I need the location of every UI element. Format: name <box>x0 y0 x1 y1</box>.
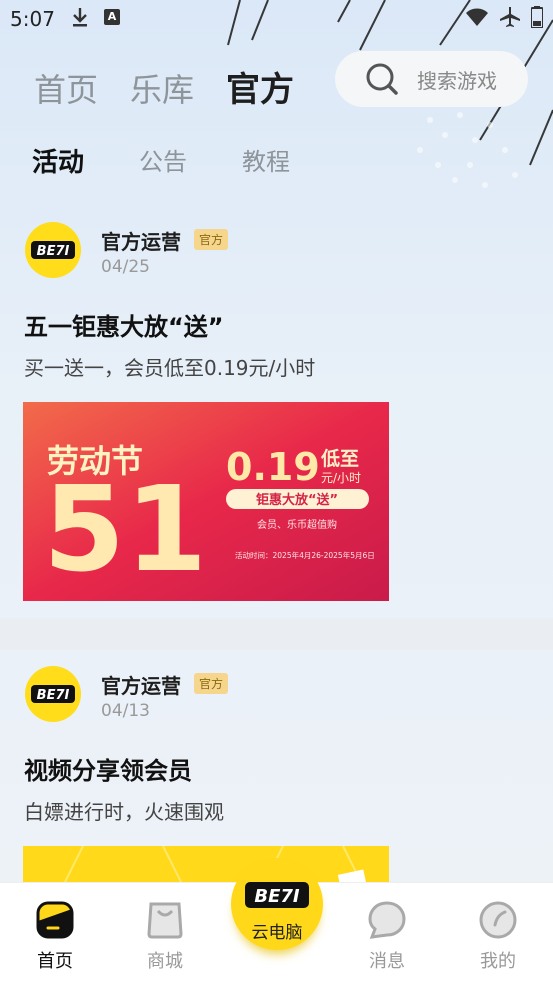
bottom-tab-profile[interactable]: 我的 <box>443 883 553 983</box>
search-box[interactable]: 搜索游戏 <box>335 51 528 107</box>
bottom-tab-label: 云电脑 <box>251 923 303 943</box>
subtab-announcement[interactable]: 公告 <box>139 142 187 179</box>
cloud-pc-button[interactable]: BE7I 云电脑 <box>231 858 323 950</box>
bottom-tab-label: 商城 <box>147 951 183 972</box>
be7i-logo-icon: BE7I <box>31 685 75 703</box>
avatar[interactable]: BE7I <box>25 222 81 278</box>
message-icon <box>368 901 406 939</box>
home-icon <box>36 901 74 939</box>
bottom-tab-label: 消息 <box>369 951 405 972</box>
cloud-pc-icon: BE7I <box>245 882 309 908</box>
post-title: 五一钜惠大放“送” <box>24 313 224 341</box>
banner-big-number: 51 <box>43 460 207 598</box>
post-author[interactable]: 官方运营 <box>101 226 181 255</box>
post-author[interactable]: 官方运营 <box>101 670 181 699</box>
status-bar: 5:07 A <box>0 0 553 38</box>
profile-icon <box>479 901 517 939</box>
post-title: 视频分享领会员 <box>24 757 192 785</box>
search-icon <box>366 63 398 95</box>
official-badge: 官方 <box>194 229 229 250</box>
shop-icon <box>147 902 183 939</box>
svg-text:BE7I: BE7I <box>254 886 300 907</box>
svg-text:BE7I: BE7I <box>37 688 70 703</box>
banner-price-label: 低至 <box>320 447 359 470</box>
tab-library[interactable]: 乐库 <box>130 65 194 111</box>
top-nav: 首页 乐库 官方 <box>34 62 294 111</box>
be7i-logo-icon: BE7I <box>31 241 75 259</box>
official-badge: 官方 <box>194 673 229 694</box>
post-banner[interactable]: 劳动节 51 0.19 低至 元/小时 钜惠大放“送” 会员、乐币超值购 活动时… <box>23 402 389 601</box>
tab-home[interactable]: 首页 <box>34 65 98 111</box>
bottom-tab-shop[interactable]: 商城 <box>110 883 220 983</box>
svg-text:BE7I: BE7I <box>37 244 70 259</box>
download-icon <box>73 8 87 27</box>
post-description: 白嫖进行时，火速围观 <box>24 800 224 824</box>
avatar[interactable]: BE7I <box>25 666 81 722</box>
subtab-activity[interactable]: 活动 <box>32 142 84 179</box>
airplane-icon <box>500 7 520 27</box>
tab-official[interactable]: 官方 <box>226 62 294 111</box>
post-date: 04/13 <box>101 701 150 721</box>
banner-pill: 钜惠大放“送” <box>256 492 338 508</box>
banner-period: 活动时间：2025年4月26-2025年5月6日 <box>235 550 375 560</box>
subtab-tutorial[interactable]: 教程 <box>242 142 290 179</box>
bottom-tab-label: 首页 <box>37 951 73 972</box>
bottom-tab-message[interactable]: 消息 <box>332 883 442 983</box>
status-time: 5:07 <box>10 7 55 31</box>
post-date: 04/25 <box>101 257 150 277</box>
banner-price: 0.19 <box>226 445 320 489</box>
banner-price-unit: 元/小时 <box>321 471 361 485</box>
bottom-tab-label: 我的 <box>480 951 516 972</box>
post-banner[interactable] <box>23 846 389 886</box>
battery-icon <box>531 6 543 28</box>
a-icon: A <box>104 9 120 25</box>
bottom-tab-home[interactable]: 首页 <box>0 883 110 983</box>
sub-tabs: 活动 公告 教程 <box>32 142 290 179</box>
search-placeholder: 搜索游戏 <box>417 68 497 93</box>
wifi-icon <box>466 8 488 26</box>
banner-sub: 会员、乐币超值购 <box>257 518 337 531</box>
post-description: 买一送一，会员低至0.19元/小时 <box>24 356 316 380</box>
divider <box>0 618 553 650</box>
